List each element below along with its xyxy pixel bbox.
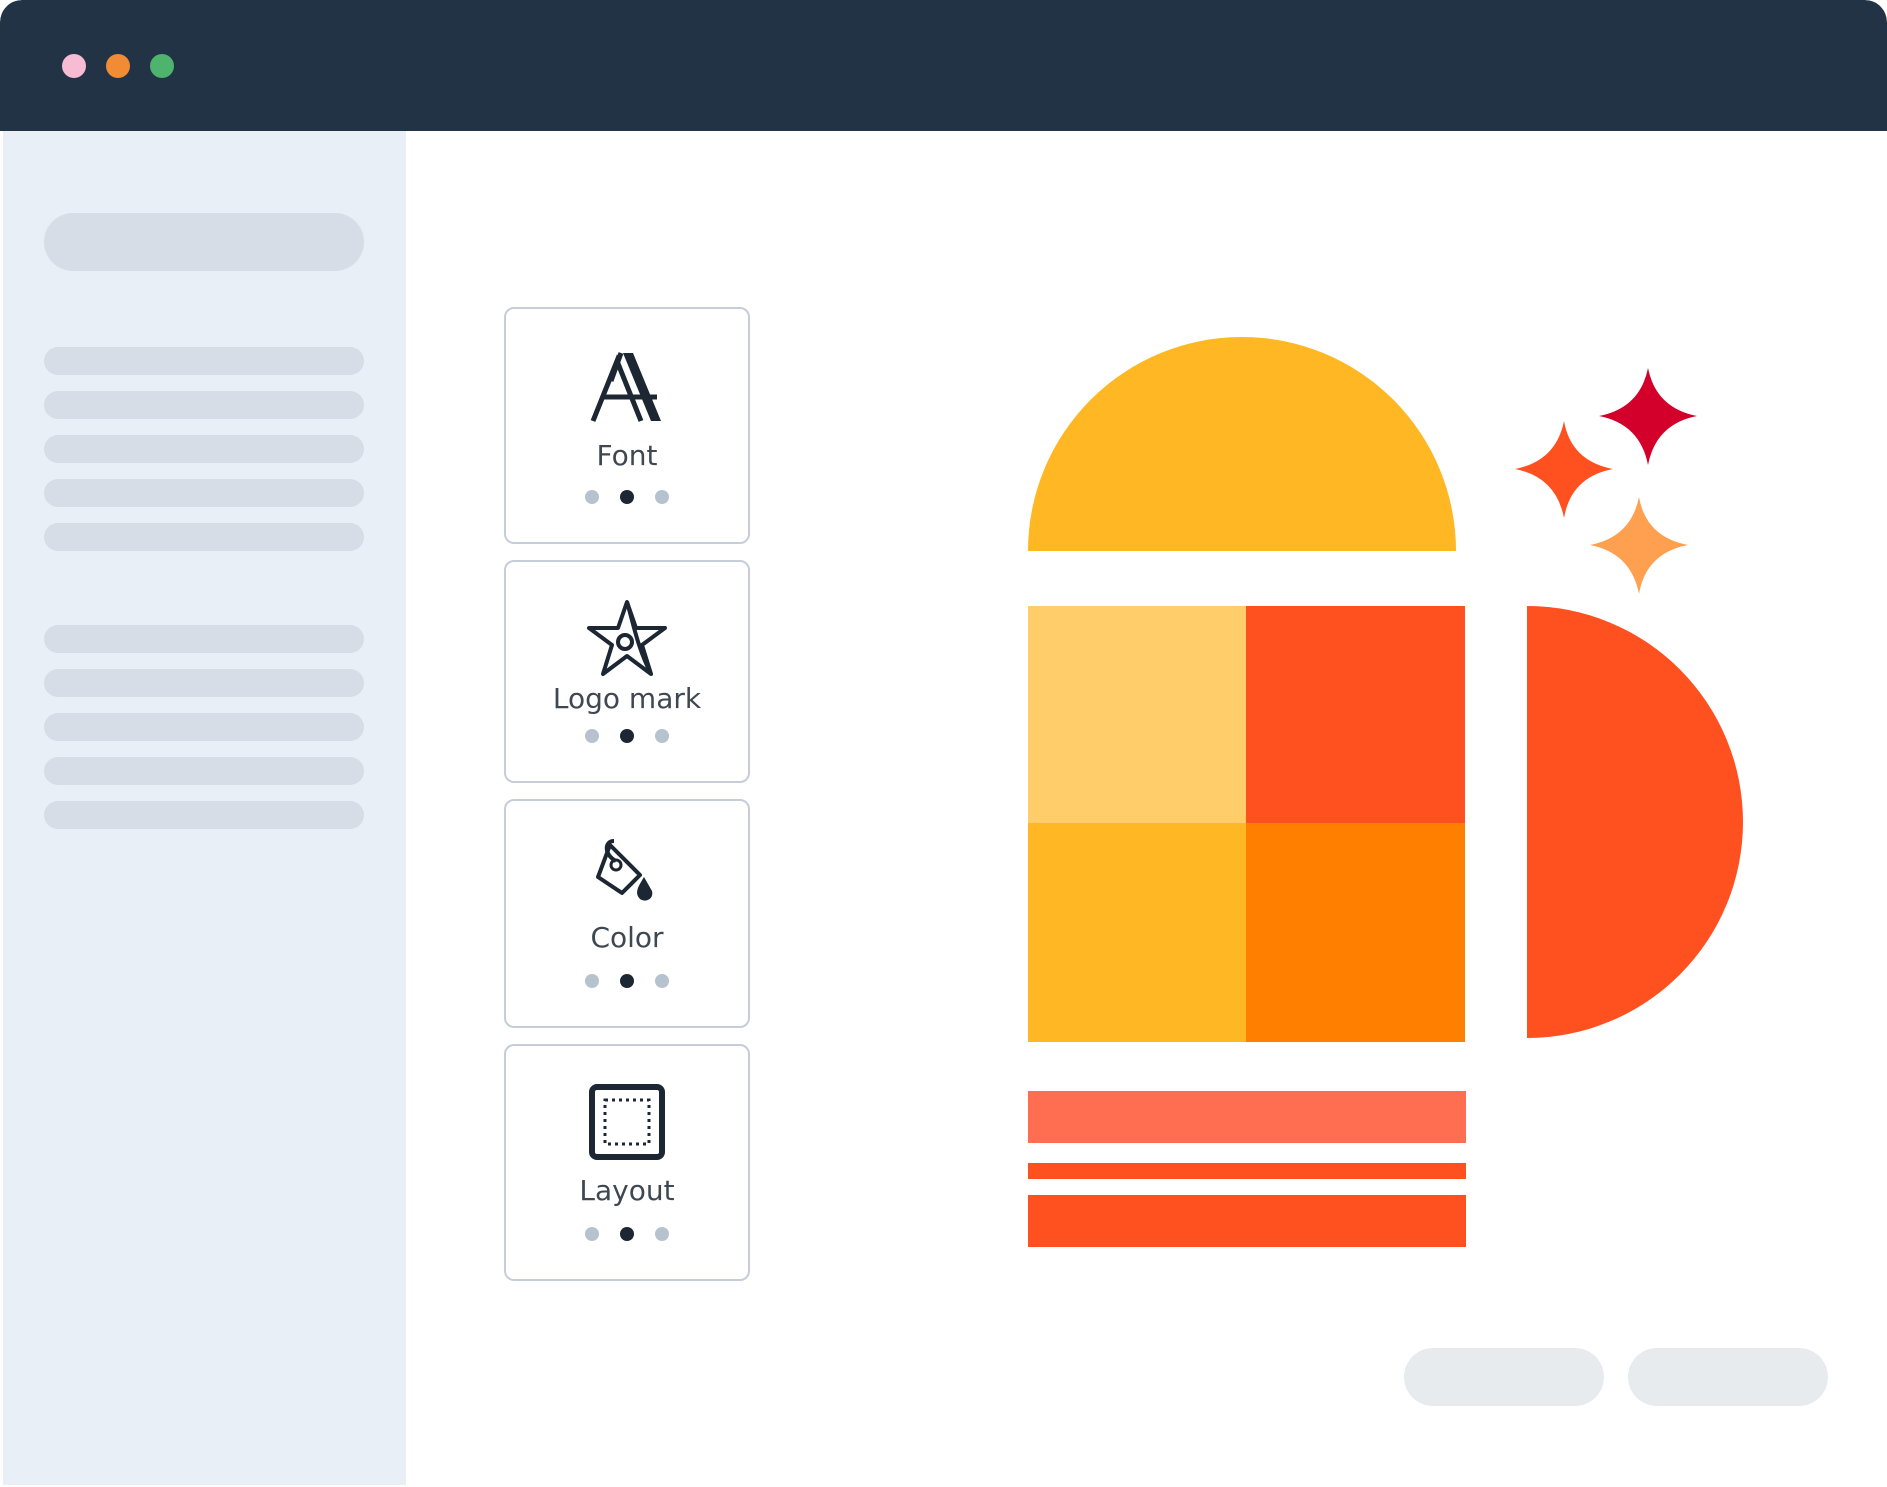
sparkle-crimson <box>1599 368 1697 465</box>
stripe-bottom <box>1028 1195 1466 1247</box>
sparkle-red-orange <box>1515 421 1613 518</box>
sparkle-peach <box>1590 497 1688 594</box>
app-window: Font Logo mark Color Layout <box>0 0 1887 1487</box>
tile-red-orange <box>1246 606 1465 824</box>
tile-light-yellow <box>1028 606 1247 824</box>
brand-artwork <box>1028 337 1743 1247</box>
primary-button-placeholder[interactable] <box>1628 1348 1828 1406</box>
secondary-button-placeholder[interactable] <box>1404 1348 1604 1406</box>
tile-orange <box>1246 823 1465 1042</box>
stripe-thin <box>1028 1163 1466 1179</box>
half-circle-yellow <box>1028 337 1456 551</box>
tile-yellow <box>1028 823 1247 1042</box>
stripe-salmon <box>1028 1091 1466 1143</box>
half-circle-red-orange <box>1527 606 1743 1038</box>
